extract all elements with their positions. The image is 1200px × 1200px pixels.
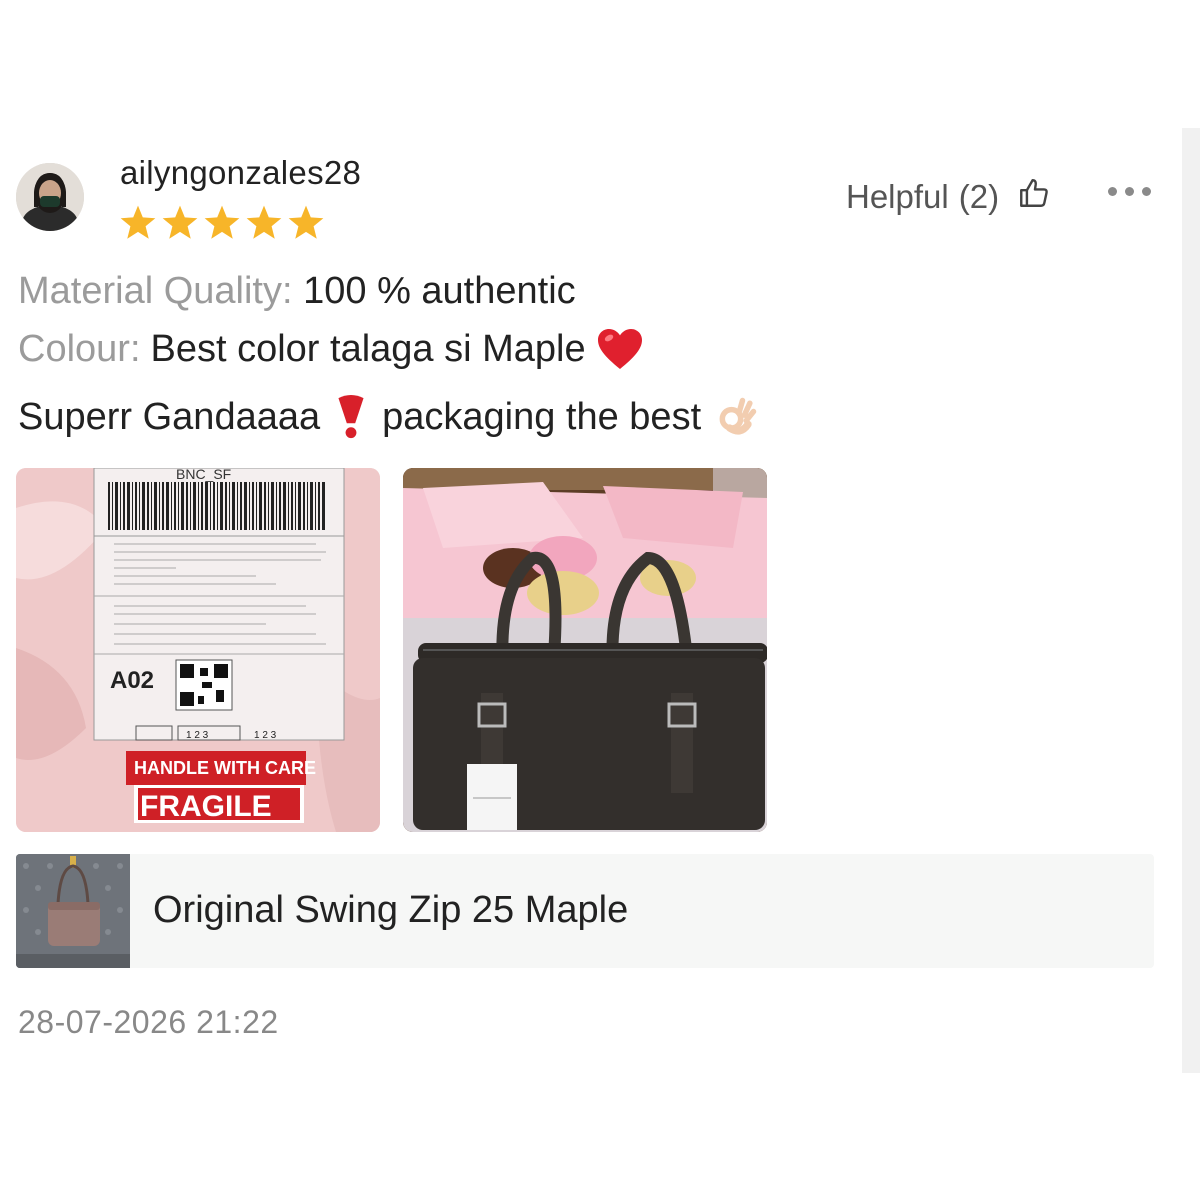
handle-with-care-sticker: HANDLE WITH CARE [134, 758, 316, 778]
review-timestamp: 28-07-2026 21:22 [18, 1004, 279, 1040]
product-link[interactable]: Original Swing Zip 25 Maple [16, 854, 1154, 968]
svg-text:1 2 3: 1 2 3 [186, 730, 209, 741]
star-icon [286, 204, 326, 242]
fragile-sticker: FRAGILE [140, 790, 272, 823]
star-icon [160, 204, 200, 242]
review-comment: Superr Gandaaaa packaging the best [18, 394, 759, 440]
star-icon [118, 204, 158, 242]
material-quality-key: Material Quality: [18, 270, 293, 312]
helpful-button[interactable]: Helpful (2) [846, 176, 1051, 218]
helpful-count: (2) [958, 178, 1000, 215]
material-quality-line: Material Quality: 100 % authentic [18, 270, 576, 313]
colour-value: Best color talaga si Maple [150, 327, 586, 370]
review-photo-handbag[interactable] [403, 468, 767, 832]
colour-line: Colour: Best color talaga si Maple [18, 327, 644, 371]
comment-part-2: packaging the best [382, 395, 702, 438]
product-thumbnail [16, 854, 130, 968]
colour-key: Colour: [18, 327, 141, 370]
thumbs-up-icon [1017, 176, 1051, 218]
sort-code: A02 [110, 667, 154, 694]
side-panel-edge [1182, 128, 1200, 1073]
product-name: Original Swing Zip 25 Maple [153, 889, 629, 931]
material-quality-value: 100 % authentic [303, 270, 576, 312]
review-card: ailyngonzales28 Helpful (2) Material Qua… [0, 0, 1182, 1200]
comment-part-1: Superr Gandaaaa [18, 395, 321, 438]
star-icon [244, 204, 284, 242]
ok-hand-emoji [715, 395, 759, 439]
reviewer-username: ailyngonzales28 [120, 154, 362, 191]
helpful-label: Helpful [846, 178, 949, 215]
more-icon[interactable] [1108, 187, 1151, 196]
red-heart-emoji [596, 327, 644, 371]
star-icon [202, 204, 242, 242]
red-exclamation-emoji [334, 394, 368, 440]
review-photo-shipping-label[interactable]: BNC_SF A02 1 2 3 1 2 3 HANDLE WITH CARE … [16, 468, 380, 832]
avatar[interactable] [16, 163, 84, 231]
label-code-top: BNC_SF [176, 468, 231, 482]
svg-text:1 2 3: 1 2 3 [254, 730, 277, 741]
star-rating [118, 204, 326, 242]
